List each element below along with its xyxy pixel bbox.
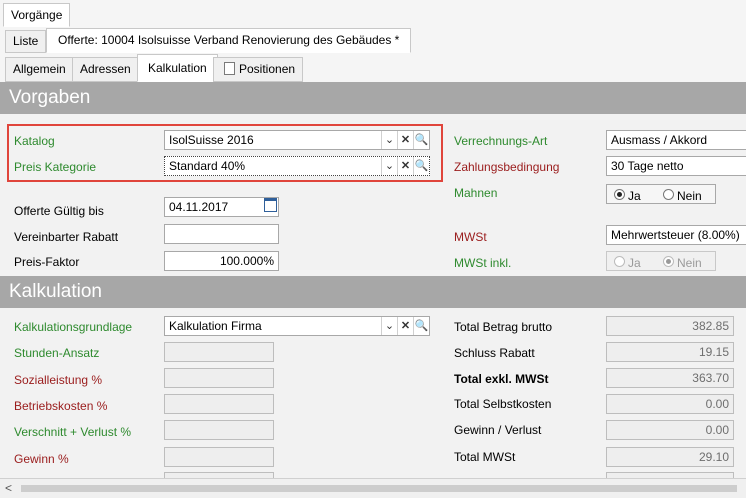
gewinn-verlust-label: Gewinn / Verlust: [454, 423, 542, 437]
mwst-inkl-ja-label: Ja: [628, 256, 641, 270]
chevron-down-icon[interactable]: ⌄: [381, 131, 397, 149]
rabatt-input[interactable]: [164, 224, 279, 244]
katalog-value: IsolSuisse 2016: [169, 133, 254, 147]
sub-tab-bar: Allgemein Adressen Kalkulation Positione…: [0, 53, 746, 82]
section-header-kalkulation: Kalkulation: [0, 276, 746, 308]
tab-kalkulation[interactable]: Kalkulation: [137, 54, 218, 82]
clear-icon[interactable]: ✕: [397, 317, 413, 335]
faktor-input[interactable]: 100.000%: [164, 251, 279, 271]
mahnen-nein-radio[interactable]: [663, 189, 674, 200]
tab-positionen[interactable]: Positionen: [213, 57, 304, 82]
stunden-label: Stunden-Ansatz: [14, 346, 100, 360]
section-header-vorgaben: Vorgaben: [0, 82, 746, 114]
tab-positionen-label: Positionen: [239, 62, 296, 76]
verrechnung-label: Verrechnungs-Art: [454, 134, 548, 148]
search-icon[interactable]: 🔍: [413, 157, 429, 175]
verrechnung-select[interactable]: Ausmass / Akkord: [606, 130, 746, 150]
faktor-label: Preis-Faktor: [14, 255, 80, 269]
grundlage-combo[interactable]: Kalkulation Firma ⌄ ✕ 🔍: [164, 316, 430, 336]
chevron-down-icon[interactable]: ⌄: [381, 317, 397, 335]
module-tab-bar: Vorgänge: [0, 0, 746, 28]
mwst-label: MWSt: [454, 230, 487, 244]
schluss-rabatt-label: Schluss Rabatt: [454, 346, 535, 360]
total-brutto-label: Total Betrag brutto: [454, 320, 553, 334]
betrieb-label: Betriebskosten %: [14, 399, 108, 413]
document-icon: [224, 62, 235, 75]
mwst-inkl-label: MWSt inkl.: [454, 256, 512, 270]
verschnitt-label: Verschnitt + Verlust %: [14, 425, 132, 439]
calendar-icon[interactable]: [262, 198, 278, 216]
mwst-inkl-nein-label: Nein: [677, 256, 702, 270]
selbstkosten-value: 0.00: [606, 394, 734, 414]
schluss-rabatt-value: 19.15: [606, 342, 734, 362]
selbstkosten-label: Total Selbstkosten: [454, 397, 552, 411]
tab-allgemein[interactable]: Allgemein: [5, 57, 74, 82]
mahnen-radio-group: Ja Nein: [606, 184, 716, 204]
tab-offerte[interactable]: Offerte: 10004 Isolsuisse Verband Renovi…: [46, 28, 412, 53]
mwst-inkl-nein-radio[interactable]: [663, 256, 674, 267]
grundlage-label: Kalkulationsgrundlage: [14, 320, 133, 334]
total-exkl-value: 363.70: [606, 368, 734, 388]
rabatt-label: Vereinbarter Rabatt: [14, 230, 119, 244]
search-icon[interactable]: 🔍: [413, 131, 429, 149]
mahnen-label: Mahnen: [454, 186, 498, 200]
zahlung-select[interactable]: 30 Tage netto: [606, 156, 746, 176]
document-tab-bar: Liste Offerte: 10004 Isolsuisse Verband …: [0, 27, 746, 54]
preis-kategorie-value: Standard 40%: [169, 159, 246, 173]
mahnen-nein-label: Nein: [677, 189, 702, 203]
gewinn-label: Gewinn %: [14, 452, 69, 466]
preis-kategorie-label: Preis Kategorie: [14, 160, 97, 174]
total-mwst-value: 29.10: [606, 447, 734, 467]
gueltig-value: 04.11.2017: [169, 200, 229, 214]
gewinn-input[interactable]: [164, 447, 274, 467]
betrieb-input[interactable]: [164, 394, 274, 414]
gueltig-date-input[interactable]: 04.11.2017: [164, 197, 279, 217]
total-exkl-label: Total exkl. MWSt: [454, 372, 549, 386]
gueltig-label: Offerte Gültig bis: [14, 204, 104, 218]
scroll-left-icon[interactable]: <: [5, 481, 12, 495]
total-mwst-label: Total MWSt: [454, 450, 516, 464]
grundlage-value: Kalkulation Firma: [169, 319, 262, 333]
mwst-inkl-ja-radio[interactable]: [614, 256, 625, 267]
scrollbar-thumb[interactable]: [21, 485, 737, 492]
mahnen-ja-radio[interactable]: [614, 189, 625, 200]
verschnitt-input[interactable]: [164, 420, 274, 440]
tab-adressen[interactable]: Adressen: [72, 57, 139, 82]
clear-icon[interactable]: ✕: [397, 157, 413, 175]
preis-kategorie-combo[interactable]: Standard 40% ⌄ ✕ 🔍: [164, 156, 430, 176]
chevron-down-icon[interactable]: ⌄: [381, 157, 397, 175]
katalog-combo[interactable]: IsolSuisse 2016 ⌄ ✕ 🔍: [164, 130, 430, 150]
tab-vorgaenge[interactable]: Vorgänge: [3, 3, 71, 27]
total-brutto-value: 382.85: [606, 316, 734, 336]
stunden-input[interactable]: [164, 342, 274, 362]
search-icon[interactable]: 🔍: [413, 317, 429, 335]
horizontal-scrollbar[interactable]: <: [0, 478, 746, 498]
clear-icon[interactable]: ✕: [397, 131, 413, 149]
mahnen-ja-label: Ja: [628, 189, 641, 203]
katalog-label: Katalog: [14, 134, 55, 148]
tab-liste[interactable]: Liste: [5, 30, 47, 53]
mwst-inkl-radio-group: Ja Nein: [606, 251, 716, 271]
sozial-label: Sozialleistung %: [14, 373, 103, 387]
gewinn-verlust-value: 0.00: [606, 420, 734, 440]
mwst-select[interactable]: Mehrwertsteuer (8.00%): [606, 225, 746, 245]
zahlung-label: Zahlungsbedingung: [454, 160, 560, 174]
sozial-input[interactable]: [164, 368, 274, 388]
